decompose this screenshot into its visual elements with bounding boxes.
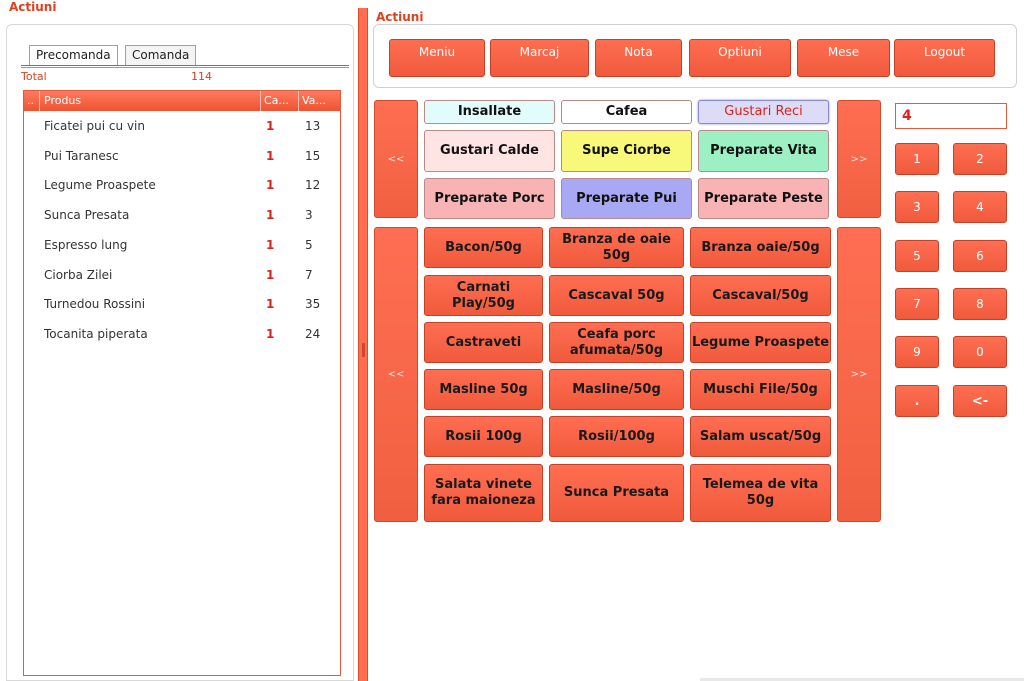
- category-button[interactable]: Preparate Pui: [561, 178, 692, 219]
- category-next-button[interactable]: >>: [837, 100, 881, 218]
- category-button[interactable]: Preparate Porc: [424, 178, 555, 219]
- row-value: 35: [305, 297, 321, 312]
- category-button[interactable]: Cafea: [561, 100, 692, 124]
- product-button[interactable]: Bacon/50g: [424, 227, 543, 268]
- product-button[interactable]: Rosii 100g: [424, 416, 543, 457]
- table-row[interactable]: Tocanita piperata 1 24: [24, 320, 340, 350]
- total-value: 114: [191, 70, 212, 83]
- menu-button-optiuni[interactable]: Optiuni: [689, 39, 791, 77]
- product-button[interactable]: Salata vinete fara maioneza: [424, 464, 543, 522]
- table-row[interactable]: Espresso lung 1 5: [24, 231, 340, 261]
- row-product: Sunca Presata: [44, 208, 130, 223]
- row-quantity: 1: [266, 208, 275, 223]
- row-value: 24: [305, 326, 321, 341]
- row-value: 5: [305, 237, 313, 252]
- order-table[interactable]: .. Produs Ca... Va... Ficatei pui cu vin…: [23, 90, 341, 676]
- product-button[interactable]: Cascaval/50g: [690, 275, 831, 316]
- keypad-key-1[interactable]: 1: [895, 143, 939, 175]
- category-button[interactable]: Gustari Reci: [698, 100, 829, 124]
- keypad-key-9[interactable]: 9: [895, 336, 939, 368]
- row-quantity: 1: [266, 148, 275, 163]
- row-product: Ficatei pui cu vin: [44, 119, 145, 133]
- panel-splitter[interactable]: [358, 8, 368, 681]
- row-quantity: 1: [266, 178, 275, 193]
- decimal-key[interactable]: .: [895, 385, 939, 417]
- keypad-key-3[interactable]: 3: [895, 191, 939, 223]
- order-panel: Precomanda Comanda Total 114 .. Produs C…: [6, 24, 354, 681]
- keypad-key-0[interactable]: 0: [953, 336, 1007, 368]
- product-button[interactable]: Rosii/100g: [549, 416, 684, 457]
- product-button[interactable]: Cascaval 50g: [549, 275, 684, 316]
- total-label: Total: [21, 70, 47, 83]
- product-button[interactable]: Branza oaie/50g: [690, 227, 831, 268]
- row-quantity: 1: [266, 119, 275, 133]
- row-quantity: 1: [266, 326, 275, 341]
- category-prev-button[interactable]: <<: [374, 100, 418, 218]
- product-button[interactable]: Legume Proaspete: [690, 322, 831, 363]
- row-product: Tocanita piperata: [44, 326, 148, 341]
- keypad-key-7[interactable]: 7: [895, 288, 939, 320]
- product-button[interactable]: Salam uscat/50g: [690, 416, 831, 457]
- tab-divider: [21, 65, 349, 68]
- keypad-key-2[interactable]: 2: [953, 143, 1007, 175]
- left-section-title: Actiuni: [9, 0, 57, 14]
- tab-precomanda[interactable]: Precomanda: [29, 45, 118, 65]
- table-row[interactable]: Ficatei pui cu vin 1 13: [24, 112, 340, 142]
- row-value: 7: [305, 267, 313, 282]
- keypad-key-8[interactable]: 8: [953, 288, 1007, 320]
- backspace-key[interactable]: <-: [953, 385, 1007, 417]
- product-button[interactable]: Carnati Play/50g: [424, 275, 543, 316]
- table-header: .. Produs Ca... Va...: [24, 91, 340, 111]
- product-button[interactable]: Castraveti: [424, 322, 543, 363]
- category-button[interactable]: Insallate: [424, 100, 555, 124]
- menu-button-mese[interactable]: Mese: [797, 39, 890, 77]
- menu-button-nota[interactable]: Nota: [595, 39, 682, 77]
- product-prev-button[interactable]: <<: [374, 227, 418, 522]
- quantity-input[interactable]: 4: [895, 103, 1007, 129]
- col-valoare-header[interactable]: Va...: [302, 94, 326, 107]
- row-product: Ciorba Zilei: [44, 267, 113, 282]
- row-value: 3: [305, 208, 313, 223]
- row-product: Espresso lung: [44, 237, 128, 252]
- row-product: Pui Taranesc: [44, 148, 119, 163]
- keypad-key-6[interactable]: 6: [953, 240, 1007, 272]
- row-value: 12: [305, 178, 321, 193]
- category-button[interactable]: Preparate Vita: [698, 130, 829, 172]
- product-button[interactable]: Muschi File/50g: [690, 369, 831, 410]
- category-button[interactable]: Preparate Peste: [698, 178, 829, 219]
- row-value: 15: [305, 148, 321, 163]
- row-quantity: 1: [266, 237, 275, 252]
- row-product: Legume Proaspete: [44, 178, 156, 193]
- col-index-header[interactable]: ..: [27, 94, 34, 107]
- col-produs-header[interactable]: Produs: [44, 94, 81, 107]
- col-cantitate-header[interactable]: Ca...: [264, 94, 289, 107]
- product-next-button[interactable]: >>: [837, 227, 881, 522]
- product-button[interactable]: Sunca Presata: [549, 464, 684, 522]
- menu-button-marcaj[interactable]: Marcaj: [490, 39, 589, 77]
- table-row[interactable]: Ciorba Zilei 1 7: [24, 261, 340, 291]
- keypad-key-4[interactable]: 4: [953, 191, 1007, 223]
- product-button[interactable]: Masline 50g: [424, 369, 543, 410]
- row-quantity: 1: [266, 297, 275, 312]
- row-quantity: 1: [266, 267, 275, 282]
- product-button[interactable]: Ceafa porc afumata/50g: [549, 322, 684, 363]
- keypad-key-5[interactable]: 5: [895, 240, 939, 272]
- table-row[interactable]: Pui Taranesc 1 15: [24, 142, 340, 172]
- table-row[interactable]: Sunca Presata 1 3: [24, 201, 340, 231]
- menu-button-meniu[interactable]: Meniu: [389, 39, 485, 77]
- category-button[interactable]: Supe Ciorbe: [561, 130, 692, 172]
- table-row[interactable]: Legume Proaspete 1 12: [24, 171, 340, 201]
- logout-button[interactable]: Logout: [894, 39, 995, 77]
- table-row[interactable]: Turnedou Rossini 1 35: [24, 290, 340, 320]
- splitter-grip[interactable]: [362, 343, 365, 357]
- product-button[interactable]: Telemea de vita 50g: [690, 464, 831, 522]
- category-button[interactable]: Gustari Calde: [424, 130, 555, 172]
- right-section-title: Actiuni: [376, 10, 424, 24]
- total-row: Total 114: [21, 70, 221, 84]
- row-value: 13: [305, 119, 321, 133]
- row-product: Turnedou Rossini: [44, 297, 146, 312]
- product-button[interactable]: Branza de oaie 50g: [549, 227, 684, 268]
- tab-comanda[interactable]: Comanda: [125, 45, 197, 65]
- product-button[interactable]: Masline/50g: [549, 369, 684, 410]
